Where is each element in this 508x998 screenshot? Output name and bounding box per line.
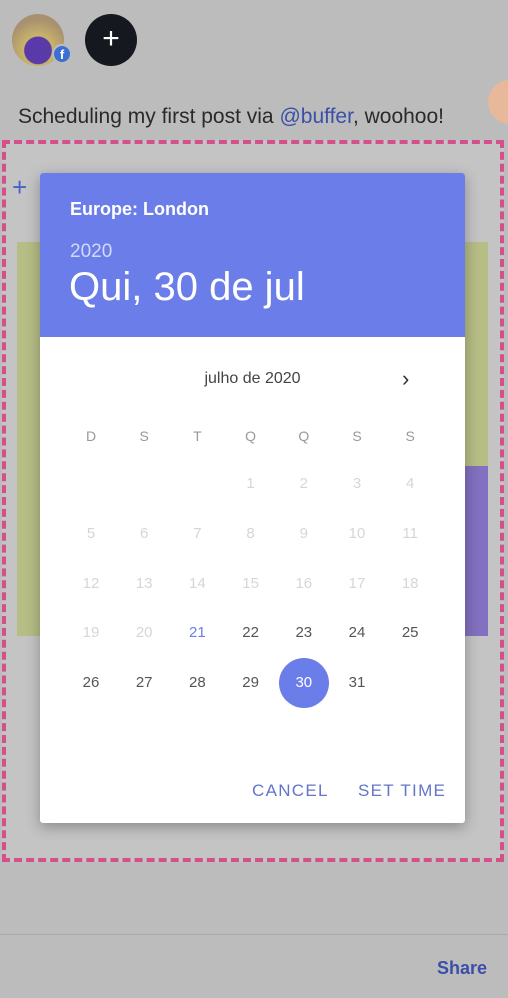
floating-bubble[interactable]: [488, 80, 508, 124]
date-picker-header: Europe: London 2020 Qui, 30 de jul: [40, 173, 465, 337]
day-cell: 4: [406, 475, 415, 492]
day-cell: 12: [82, 574, 100, 592]
day-cell: 17: [348, 574, 366, 592]
year-selector[interactable]: 2020: [70, 241, 112, 263]
day-cell[interactable]: 26: [71, 663, 111, 703]
weekday-header: S: [352, 428, 362, 444]
day-cell[interactable]: 22: [231, 613, 271, 653]
weekday-header: S: [405, 428, 415, 444]
weekday-header: Q: [298, 428, 310, 444]
day-cell: 10: [348, 524, 366, 542]
facebook-icon: f: [52, 44, 72, 64]
day-cell[interactable]: 31: [337, 663, 377, 703]
day-cell: 18: [401, 574, 419, 592]
day-cell[interactable]: 25: [390, 613, 430, 653]
chevron-right-icon[interactable]: ›: [402, 366, 409, 392]
day-cell: 3: [352, 475, 362, 492]
add-account-button[interactable]: +: [85, 14, 137, 66]
weekday-header: S: [139, 428, 149, 444]
day-cell: 7: [193, 524, 202, 542]
post-text-after: , woohoo!: [352, 105, 445, 128]
day-cell[interactable]: 23: [284, 613, 324, 653]
weekday-header: T: [193, 428, 202, 444]
day-cell: 19: [82, 624, 100, 642]
day-cell: 20: [135, 624, 153, 642]
cancel-button[interactable]: CANCEL: [252, 781, 329, 801]
day-cell: 15: [242, 574, 259, 592]
day-selected[interactable]: 30: [278, 658, 329, 709]
day-cell: 1: [246, 475, 255, 492]
day-cell: 6: [140, 524, 149, 542]
day-cell[interactable]: 24: [337, 613, 377, 653]
day-cell: 5: [86, 524, 96, 542]
day-cell: 14: [189, 574, 206, 592]
add-media-icon[interactable]: +: [12, 172, 27, 203]
divider: [0, 934, 508, 935]
day-cell: 13: [135, 574, 153, 592]
day-cell: 2: [299, 475, 308, 492]
day-cell: 16: [295, 574, 313, 592]
weekday-header: Q: [245, 428, 257, 444]
day-cell: 9: [299, 524, 308, 542]
mention: @buffer: [279, 105, 353, 128]
selected-date-label: Qui, 30 de jul: [69, 265, 305, 309]
day-cell: 8: [246, 524, 255, 542]
day-cell[interactable]: 29: [231, 663, 271, 703]
post-text[interactable]: Scheduling my first post via @buffer, wo…: [18, 105, 444, 129]
day-cell: 11: [402, 524, 418, 542]
day-cell[interactable]: 27: [124, 663, 164, 703]
set-time-button[interactable]: SET TIME: [358, 781, 446, 801]
day-cell[interactable]: 21: [177, 613, 217, 653]
share-button[interactable]: Share: [437, 958, 487, 979]
weekday-header: D: [85, 428, 97, 444]
day-cell[interactable]: 28: [177, 663, 217, 703]
date-picker-dialog: Europe: London 2020 Qui, 30 de jul julho…: [40, 173, 465, 823]
timezone-label: Europe: London: [70, 199, 209, 219]
post-text-before: Scheduling my first post via: [18, 105, 280, 128]
